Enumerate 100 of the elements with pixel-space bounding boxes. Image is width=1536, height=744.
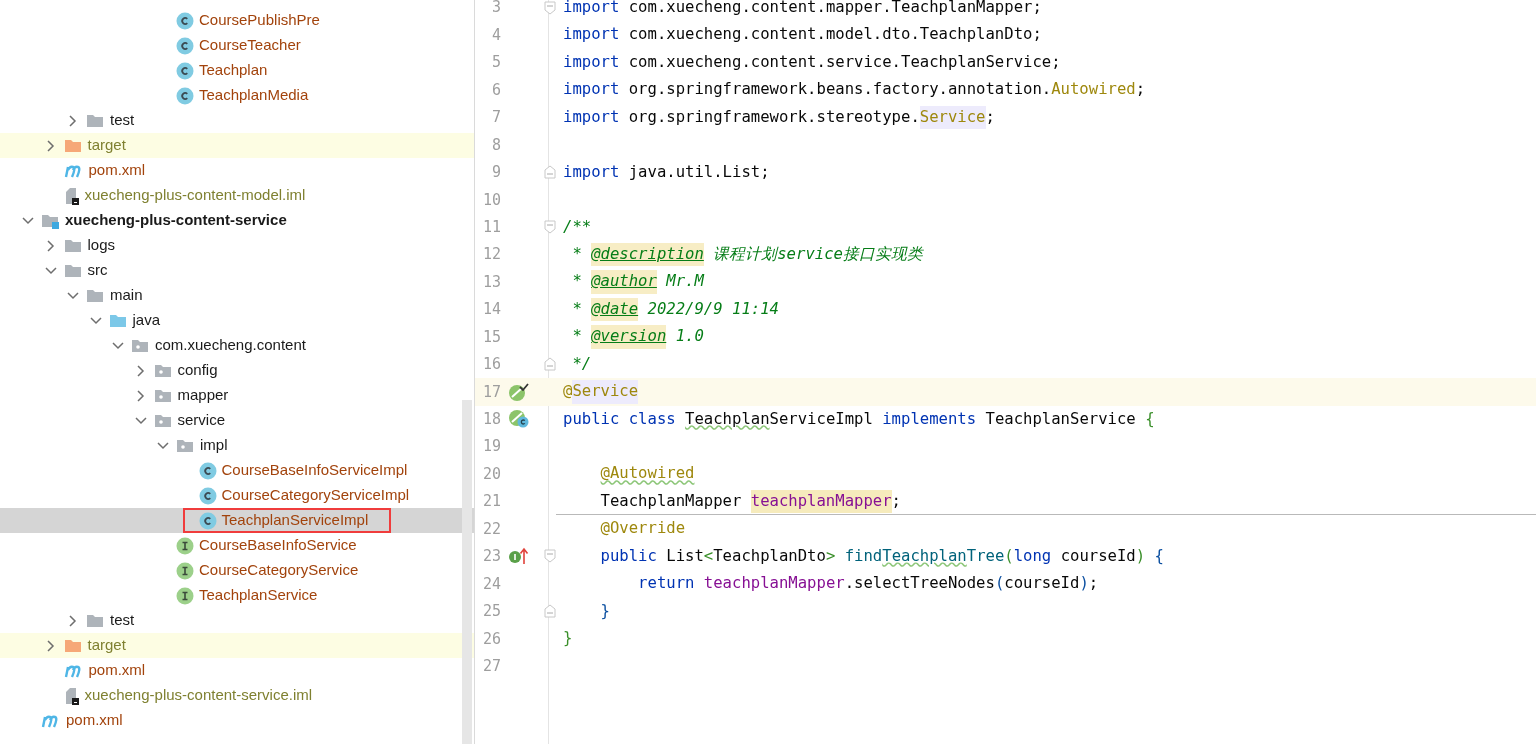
code-line: * @author Mr.M xyxy=(563,268,1536,296)
folder-icon xyxy=(63,637,83,654)
tree-item[interactable]: xuecheng-plus-content-service.iml xyxy=(0,683,474,708)
code-line: */ xyxy=(571,353,593,375)
tree-item[interactable]: main xyxy=(0,283,474,308)
tree-item[interactable]: mapper xyxy=(0,383,474,408)
line-number: 6 xyxy=(490,79,501,101)
line-number: 23 xyxy=(481,546,501,568)
line-number: 26 xyxy=(481,628,501,650)
code-line: import com.xuecheng.content.service.TeachplanService; xyxy=(563,51,1062,73)
folder-icon xyxy=(108,312,128,329)
tree-item[interactable]: CourseBaseInfoService xyxy=(0,533,474,558)
folder-icon xyxy=(176,437,195,454)
line-number: 18 xyxy=(481,409,501,431)
tree-item[interactable]: java xyxy=(0,308,474,333)
tree-item[interactable]: com.xuecheng.content xyxy=(0,333,474,358)
folder-icon xyxy=(153,387,173,404)
line-number: 14 xyxy=(481,299,501,321)
tree-item[interactable]: impl xyxy=(0,433,474,458)
line-number: 8 xyxy=(490,134,501,156)
line-number: 7 xyxy=(490,107,501,129)
line-number: 25 xyxy=(481,601,501,623)
class-icon xyxy=(176,36,194,55)
interface-icon xyxy=(176,536,194,555)
code-line: * @description 课程计划service接口实现类 xyxy=(563,240,1536,269)
line-number: 22 xyxy=(481,518,501,540)
line-number: 16 xyxy=(481,354,501,376)
class-icon xyxy=(198,486,217,505)
code-line: } xyxy=(563,628,574,650)
code-line: import org.springframework.stereotype.Service; xyxy=(563,103,1536,132)
tree-item[interactable]: TeachplanMedia xyxy=(0,83,474,108)
tree-item[interactable]: Teachplan xyxy=(0,58,474,83)
class-icon xyxy=(198,461,217,480)
line-number: 20 xyxy=(481,463,501,485)
tree-item[interactable]: config xyxy=(0,358,474,383)
folder-icon xyxy=(86,112,105,129)
line-number: 5 xyxy=(490,52,501,74)
code-line: import com.xuecheng.content.mapper.TeachplanMapper; xyxy=(563,0,1043,18)
tree-item[interactable]: CourseTeacher xyxy=(0,33,474,58)
tree-item[interactable]: test xyxy=(0,608,474,633)
tree-item[interactable]: logs xyxy=(0,233,474,258)
code-line: @Service xyxy=(563,378,1536,406)
folder-icon xyxy=(86,287,105,304)
tree-item[interactable]: CourseCategoryServiceImpl xyxy=(0,483,474,508)
line-number: 21 xyxy=(481,491,501,513)
tree-item[interactable]: CoursePublishPre xyxy=(0,8,474,33)
tree-item[interactable]: xuecheng-plus-content-model.iml xyxy=(0,183,474,208)
folder-icon xyxy=(41,212,60,229)
class-icon xyxy=(176,86,194,105)
line-number: 15 xyxy=(481,326,501,348)
code-line: @Override xyxy=(599,518,687,540)
tree-item[interactable]: TeachplanService xyxy=(0,583,474,608)
scrollbar[interactable] xyxy=(462,400,472,744)
tree-item[interactable]: target xyxy=(0,633,474,658)
tree-item[interactable]: CourseCategoryService xyxy=(0,558,474,583)
line-number: 11 xyxy=(481,216,501,238)
bean-icon[interactable] xyxy=(508,381,532,402)
folder-icon xyxy=(63,137,83,154)
line-number: 10 xyxy=(481,189,501,211)
code-line: * @date 2022/9/9 11:14 xyxy=(563,295,1536,324)
tree-item[interactable]: TeachplanServiceImpl xyxy=(0,508,474,533)
line-number: 9 xyxy=(490,162,501,184)
interface-icon xyxy=(176,561,194,580)
folder-icon xyxy=(63,262,83,279)
code-line: public class TeachplanServiceImpl implements TeachplanService { xyxy=(563,408,1156,430)
line-number: 13 xyxy=(481,271,501,293)
code-line: import com.xuecheng.content.model.dto.TeachplanDto; xyxy=(563,24,1043,46)
class-icon xyxy=(176,11,194,30)
folder-icon xyxy=(63,237,83,254)
code-line: * @version 1.0 xyxy=(563,323,1536,351)
class-icon xyxy=(176,61,194,80)
tree-item[interactable]: xuecheng-plus-content-service xyxy=(0,208,474,233)
code-line: import org.springframework.beans.factory.annotation.Autowired; xyxy=(563,79,1147,101)
code-line: public List<TeachplanDto> findTeachplanTree(long courseId) { xyxy=(599,545,1165,567)
tree-item[interactable]: pom.xml xyxy=(0,658,474,683)
file-icon xyxy=(63,686,80,705)
code-line: } xyxy=(599,600,611,622)
folder-icon xyxy=(153,412,173,429)
tree-item[interactable]: target xyxy=(0,133,474,158)
tree-item[interactable]: pom.xml xyxy=(0,708,474,733)
code-line: return teachplanMapper.selectTreeNodes(courseId); xyxy=(637,573,1100,595)
line-number: 17 xyxy=(481,381,501,403)
code-line: @Autowired xyxy=(599,463,696,485)
folder-icon xyxy=(153,362,173,379)
tree-item[interactable]: src xyxy=(0,258,474,283)
tree-item[interactable]: test xyxy=(0,108,474,133)
folder-icon xyxy=(131,337,150,354)
code-line: TeachplanMapper teachplanMapper; xyxy=(563,487,1536,516)
line-number: 12 xyxy=(481,244,501,266)
folder-icon xyxy=(86,612,105,629)
class-icon xyxy=(198,511,217,530)
line-number: 27 xyxy=(481,655,501,677)
tree-item[interactable]: service xyxy=(0,408,474,433)
tree-item[interactable]: pom.xml xyxy=(0,158,474,183)
interface-icon xyxy=(176,586,194,605)
file-icon xyxy=(63,186,80,205)
line-number: 4 xyxy=(490,24,501,46)
line-number: 3 xyxy=(490,0,501,19)
code-line: import java.util.List; xyxy=(563,161,771,183)
tree-item[interactable]: CourseBaseInfoServiceImpl xyxy=(0,458,474,483)
